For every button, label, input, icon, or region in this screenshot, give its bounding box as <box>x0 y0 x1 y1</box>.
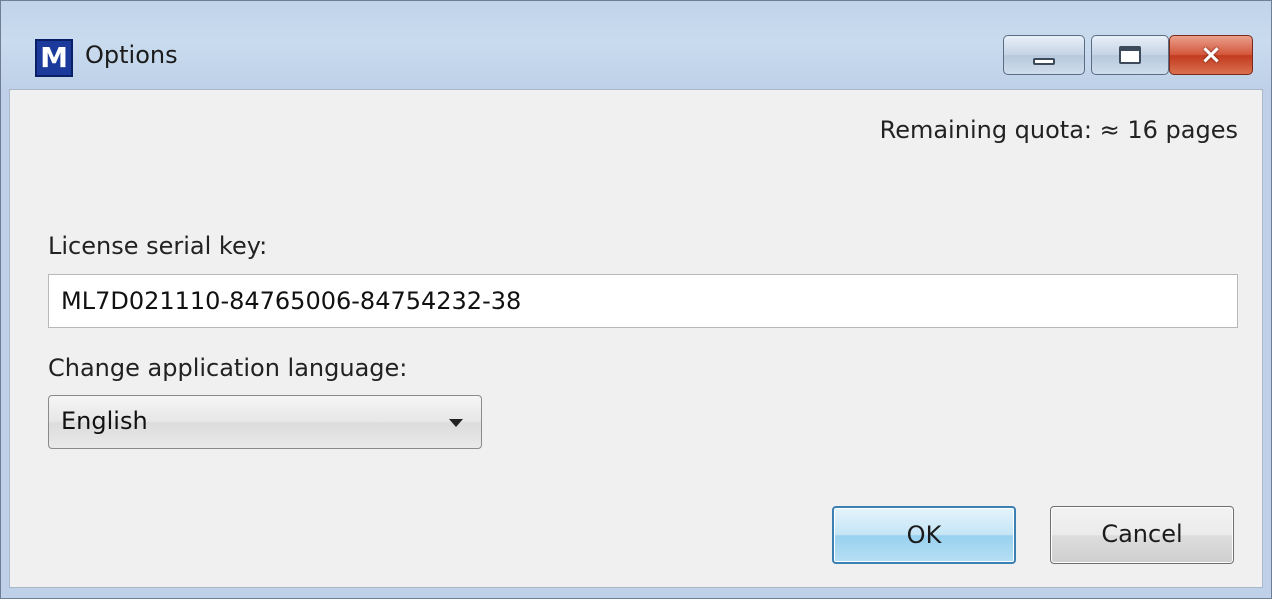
language-label: Change application language: <box>48 354 408 382</box>
remaining-quota-text: Remaining quota: ≈ 16 pages <box>879 116 1238 144</box>
options-dialog: M Options × Remaining quota: ≈ 16 pages … <box>0 0 1272 599</box>
ok-button[interactable]: OK <box>832 506 1016 564</box>
app-logo-icon: M <box>35 39 73 77</box>
close-icon: × <box>1200 40 1222 70</box>
window-title: Options <box>85 41 178 69</box>
close-button[interactable]: × <box>1169 35 1253 75</box>
maximize-icon <box>1119 46 1141 64</box>
dialog-content: Remaining quota: ≈ 16 pages License seri… <box>9 89 1263 588</box>
minimize-icon <box>1033 58 1055 65</box>
license-serial-label: License serial key: <box>48 232 268 260</box>
minimize-button[interactable] <box>1003 35 1085 75</box>
chevron-down-icon <box>449 419 463 427</box>
language-selected-value: English <box>61 407 148 435</box>
cancel-button[interactable]: Cancel <box>1050 506 1234 564</box>
license-serial-input[interactable] <box>48 274 1238 328</box>
language-dropdown[interactable]: English <box>48 395 482 449</box>
maximize-button[interactable] <box>1091 35 1169 75</box>
title-bar[interactable]: M Options × <box>1 1 1271 87</box>
